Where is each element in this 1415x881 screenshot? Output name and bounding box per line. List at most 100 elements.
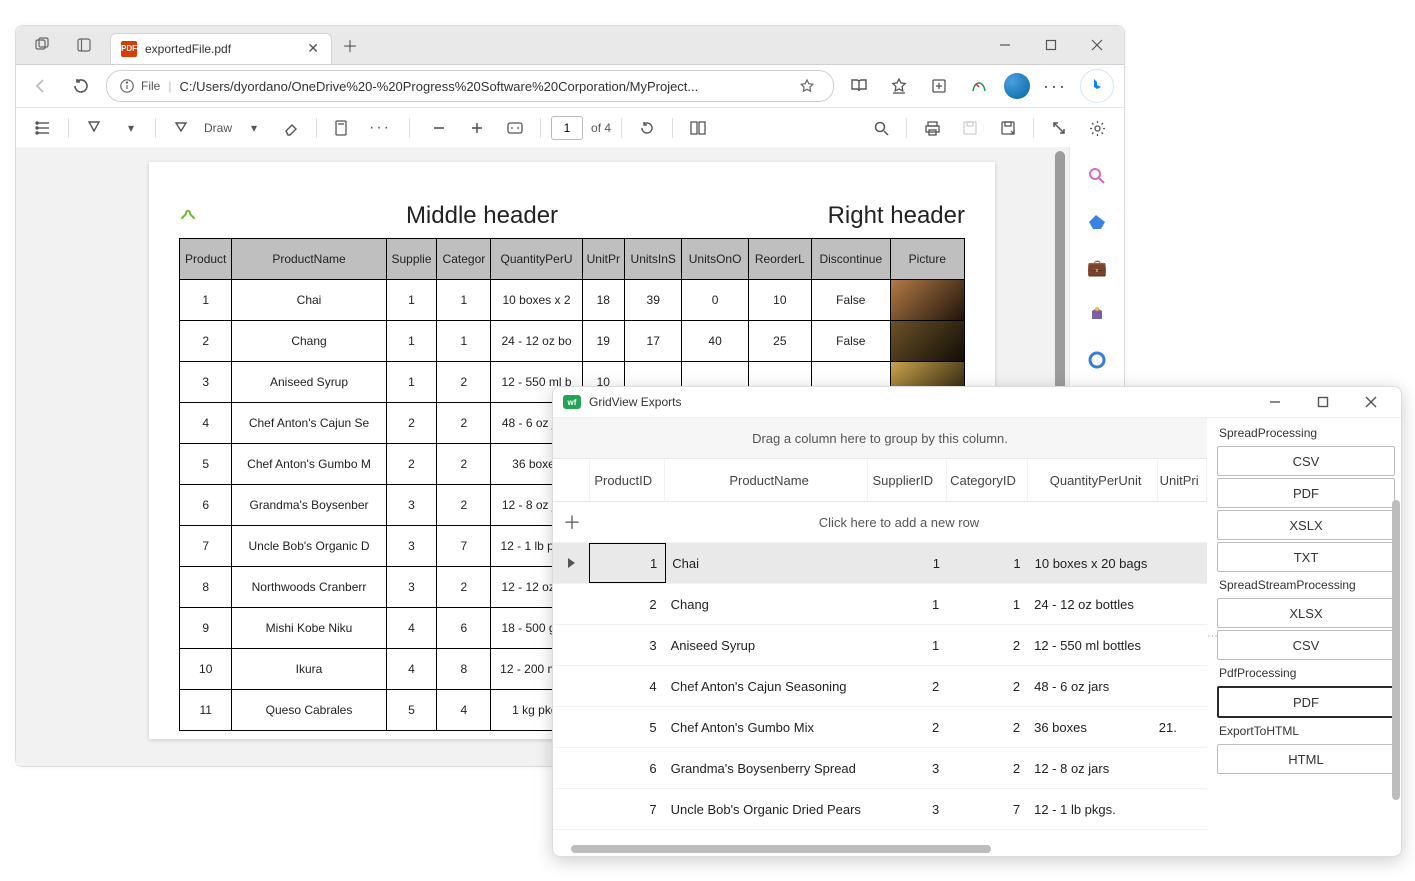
gridview-row[interactable]: 4Chef Anton's Cajun Seasoning2248 - 6 oz… (553, 666, 1207, 707)
gridview-cell[interactable]: Chef Anton's Gumbo Mix (665, 720, 869, 735)
browser-tab[interactable]: PDF exportedFile.pdf ✕ (110, 33, 332, 64)
gridview-cell[interactable]: 12 - 550 ml bottles (1028, 638, 1159, 653)
gridview-cell[interactable]: 2 (868, 720, 947, 735)
rotate-icon[interactable] (632, 113, 662, 143)
highlight-icon[interactable] (79, 113, 109, 143)
sidebar-games-icon[interactable] (1086, 303, 1108, 325)
gridview-cell[interactable]: 12 - 1 lb pkgs. (1028, 802, 1159, 817)
gridview-cell[interactable]: 48 - 6 oz jars (1028, 679, 1159, 694)
more-tools-icon[interactable]: ··· (365, 113, 395, 143)
gridview-col-supplierid[interactable]: SupplierID (868, 459, 947, 501)
tab-close-button[interactable]: ✕ (305, 40, 321, 57)
gridview-row[interactable]: 5Chef Anton's Gumbo Mix2236 boxes21. (553, 707, 1207, 748)
sidebar-office-icon[interactable] (1086, 349, 1108, 371)
search-icon[interactable] (866, 113, 896, 143)
gridview-cell[interactable]: 2 (947, 679, 1028, 694)
gridview-cell[interactable]: 36 boxes (1028, 720, 1159, 735)
gridview-cell[interactable]: 1 (868, 597, 947, 612)
gridview-cell[interactable]: Grandma's Boysenberry Spread (665, 761, 869, 776)
gridview-minimize-button[interactable] (1255, 388, 1295, 416)
gridview-cell[interactable]: 1 (869, 556, 948, 571)
gridview-cell[interactable]: 2 (947, 761, 1028, 776)
refresh-button[interactable] (66, 71, 96, 101)
window-close-button[interactable] (1074, 29, 1120, 61)
gridview-row[interactable]: 3Aniseed Syrup1212 - 550 ml bottles (553, 625, 1207, 666)
gridview-cell[interactable]: Chai (666, 556, 869, 571)
gridview-cell[interactable]: 12 - 8 oz jars (1028, 761, 1159, 776)
gridview-cell[interactable]: 2 (589, 597, 664, 612)
gridview-grid[interactable]: Drag a column here to group by this colu… (553, 418, 1207, 856)
gridview-cell[interactable]: 2 (947, 638, 1028, 653)
performance-icon[interactable] (964, 71, 994, 101)
draw-dropdown-icon[interactable]: ▾ (240, 113, 268, 143)
site-info-icon[interactable]: File (119, 78, 160, 94)
collections-icon[interactable] (924, 71, 954, 101)
gridview-vertical-scrollbar[interactable] (1391, 500, 1401, 842)
highlight-dropdown-icon[interactable]: ▾ (117, 113, 145, 143)
gridview-cell[interactable]: 21. (1159, 720, 1207, 735)
gridview-cell[interactable]: 3 (589, 638, 664, 653)
export-csv-button[interactable]: CSV (1217, 446, 1395, 476)
export-stream-csv-button[interactable]: CSV (1217, 630, 1395, 660)
page-view-icon[interactable] (683, 113, 713, 143)
gridview-cell[interactable]: 2 (947, 720, 1028, 735)
reading-list-icon[interactable] (844, 71, 874, 101)
gridview-col-categoryid[interactable]: CategoryID (947, 459, 1028, 501)
page-number-input[interactable] (551, 116, 583, 140)
gridview-close-button[interactable] (1351, 388, 1391, 416)
gridview-cell[interactable]: 1 (948, 556, 1029, 571)
sidebar-shopping-icon[interactable] (1086, 211, 1108, 233)
gridview-group-panel[interactable]: Drag a column here to group by this colu… (553, 418, 1207, 459)
gridview-cell[interactable]: 10 boxes x 20 bags (1029, 556, 1159, 571)
sidebar-search-icon[interactable] (1086, 165, 1108, 187)
fullscreen-icon[interactable] (1044, 113, 1074, 143)
export-pdf-button[interactable]: PDF (1217, 478, 1395, 508)
gridview-cell[interactable]: 1 (589, 543, 666, 583)
gridview-new-row[interactable]: ＋ Click here to add a new row (553, 502, 1207, 543)
gridview-maximize-button[interactable] (1303, 388, 1343, 416)
export-html-button[interactable]: HTML (1217, 744, 1395, 774)
print-icon[interactable] (917, 113, 947, 143)
gridview-splitter[interactable]: ⋮ (1207, 418, 1217, 856)
gridview-cell[interactable]: Chef Anton's Cajun Seasoning (665, 679, 869, 694)
favorites-icon[interactable] (884, 71, 914, 101)
omnibox[interactable]: File | C:/Users/dyordano/OneDrive%20-%20… (106, 70, 834, 102)
gridview-cell[interactable]: 24 - 12 oz bottles (1028, 597, 1159, 612)
sidebar-tools-icon[interactable]: 💼 (1086, 257, 1108, 279)
settings-icon[interactable] (1082, 113, 1112, 143)
gridview-row[interactable]: 6Grandma's Boysenberry Spread3212 - 8 oz… (553, 748, 1207, 789)
gridview-cell[interactable]: 6 (589, 761, 664, 776)
gridview-cell[interactable]: 1 (868, 638, 947, 653)
fit-page-icon[interactable] (500, 113, 530, 143)
contents-icon[interactable] (28, 113, 58, 143)
export-stream-xlsx-button[interactable]: XLSX (1217, 598, 1395, 628)
export-txt-button[interactable]: TXT (1217, 542, 1395, 572)
gridview-cell[interactable]: Aniseed Syrup (665, 638, 869, 653)
gridview-cell[interactable]: 7 (947, 802, 1028, 817)
bing-chat-icon[interactable] (1080, 69, 1114, 103)
gridview-cell[interactable]: Chang (665, 597, 869, 612)
zoom-out-button[interactable] (424, 113, 454, 143)
gridview-row[interactable]: 1Chai1110 boxes x 20 bags (553, 543, 1207, 584)
collections-panel-icon[interactable] (70, 30, 98, 60)
export-pdfprocessing-pdf-button[interactable]: PDF (1217, 686, 1395, 718)
gridview-col-qpu[interactable]: QuantityPerUnit (1028, 459, 1158, 501)
gridview-cell[interactable]: 2 (868, 679, 947, 694)
gridview-col-productid[interactable]: ProductID (590, 459, 665, 501)
save-icon[interactable] (955, 113, 985, 143)
gridview-cell[interactable]: 3 (868, 761, 947, 776)
gridview-cell[interactable]: 5 (589, 720, 664, 735)
back-button[interactable] (26, 71, 56, 101)
draw-icon[interactable] (166, 113, 196, 143)
gridview-cell[interactable]: 7 (589, 802, 664, 817)
save-as-icon[interactable] (993, 113, 1023, 143)
gridview-row[interactable]: 2Chang1124 - 12 oz bottles (553, 584, 1207, 625)
gridview-cell[interactable]: Uncle Bob's Organic Dried Pears (665, 802, 869, 817)
gridview-col-productname[interactable]: ProductName (665, 459, 867, 501)
new-tab-button[interactable]: ＋ (336, 31, 364, 59)
read-aloud-icon[interactable] (327, 113, 357, 143)
gridview-cell[interactable]: 1 (947, 597, 1028, 612)
erase-icon[interactable] (276, 113, 306, 143)
gridview-horizontal-scrollbar[interactable] (553, 842, 1207, 856)
profile-avatar[interactable] (1004, 73, 1030, 99)
